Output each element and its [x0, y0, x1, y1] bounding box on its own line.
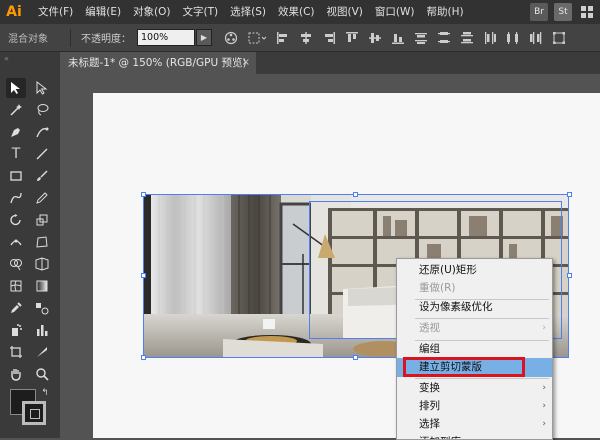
submenu-arrow-icon: ›	[542, 383, 546, 393]
annotation-highlight-box	[403, 357, 525, 377]
align-hcenter-icon[interactable]	[299, 31, 313, 45]
perspective-grid-tool-icon[interactable]	[32, 254, 52, 274]
distribute-left-icon[interactable]	[483, 31, 497, 45]
document-tab-bar: 未标题-1* @ 150% (RGB/GPU 预览) ×	[60, 52, 600, 74]
submenu-arrow-icon: ›	[542, 419, 546, 429]
direct-selection-tool-icon[interactable]	[32, 78, 52, 98]
panel-grip-icon[interactable]: «	[4, 54, 9, 63]
align-left-icon[interactable]	[276, 31, 290, 45]
handle-middle-left[interactable]	[141, 273, 146, 278]
opacity-dropdown-button[interactable]: ▶	[196, 29, 212, 46]
shaper-tool-icon[interactable]	[6, 188, 26, 208]
shape-builder-tool-icon[interactable]	[6, 254, 26, 274]
rectangle-tool-icon[interactable]	[6, 166, 26, 186]
menu-item-select[interactable]: 选择 ›	[397, 415, 552, 434]
blend-tool-icon[interactable]	[32, 298, 52, 318]
menu-item-arrange-label: 排列	[419, 400, 440, 412]
menu-window[interactable]: 窗口(W)	[369, 0, 421, 24]
workspace-grid-icon[interactable]	[578, 3, 596, 21]
rotate-tool-icon[interactable]	[6, 210, 26, 230]
menu-item-perspective: 透视 ›	[397, 319, 552, 338]
line-segment-tool-icon[interactable]	[32, 144, 52, 164]
submenu-arrow-icon: ›	[542, 323, 546, 333]
handle-bottom-middle[interactable]	[353, 355, 358, 360]
paintbrush-tool-icon[interactable]	[32, 166, 52, 186]
menu-type[interactable]: 文字(T)	[177, 0, 225, 24]
zoom-tool-icon[interactable]	[32, 364, 52, 384]
menu-effect[interactable]: 效果(C)	[272, 0, 321, 24]
distribute-top-icon[interactable]	[414, 31, 428, 45]
gradient-tool-icon[interactable]	[32, 276, 52, 296]
type-tool-icon[interactable]: T	[6, 144, 26, 164]
distribute-vcenter-icon[interactable]	[437, 31, 451, 45]
bridge-icon[interactable]: Br	[530, 3, 548, 21]
handle-bottom-left[interactable]	[141, 355, 146, 360]
menu-help[interactable]: 帮助(H)	[421, 0, 470, 24]
selection-type-label: 混合对象	[8, 34, 48, 45]
menu-object[interactable]: 对象(O)	[127, 0, 176, 24]
menu-select[interactable]: 选择(S)	[224, 0, 272, 24]
pen-tool-icon[interactable]	[6, 122, 26, 142]
menu-item-add-to-library[interactable]: 添加到库	[397, 433, 552, 439]
scale-tool-icon[interactable]	[32, 210, 52, 230]
close-tab-icon[interactable]: ×	[242, 52, 250, 74]
free-transform-tool-icon[interactable]	[32, 232, 52, 252]
menu-item-undo-rectangle[interactable]: 还原(U)矩形	[397, 261, 552, 280]
recolor-icon[interactable]	[224, 31, 238, 45]
submenu-arrow-icon: ›	[542, 401, 546, 411]
align-bottom-icon[interactable]	[391, 31, 405, 45]
stroke-swatch[interactable]	[22, 401, 46, 425]
pencil-tool-icon[interactable]	[32, 188, 52, 208]
fill-stroke-swatches[interactable]	[6, 385, 54, 433]
curvature-tool-icon[interactable]	[32, 122, 52, 142]
align-to-icon[interactable]	[247, 31, 267, 45]
handle-middle-right[interactable]	[567, 273, 572, 278]
distribute-bottom-icon[interactable]	[460, 31, 474, 45]
stock-icon[interactable]: St	[554, 3, 572, 21]
handle-top-middle[interactable]	[353, 192, 358, 197]
align-top-icon[interactable]	[345, 31, 359, 45]
slice-tool-icon[interactable]	[32, 342, 52, 362]
tools-panel: « T ↰	[0, 52, 61, 438]
menu-bar: Ai 文件(F) 编辑(E) 对象(O) 文字(T) 选择(S) 效果(C) 视…	[0, 0, 600, 24]
document-tab[interactable]: 未标题-1* @ 150% (RGB/GPU 预览) ×	[60, 52, 256, 74]
control-bar: 混合对象 不透明度： 100% ▶	[0, 24, 600, 52]
opacity-input[interactable]: 100%	[137, 29, 195, 46]
width-tool-icon[interactable]	[6, 232, 26, 252]
symbol-sprayer-tool-icon[interactable]	[6, 320, 26, 340]
lasso-tool-icon[interactable]	[32, 100, 52, 120]
column-graph-tool-icon[interactable]	[32, 320, 52, 340]
menu-edit[interactable]: 编辑(E)	[79, 0, 127, 24]
document-tab-title: 未标题-1* @ 150% (RGB/GPU 预览)	[68, 57, 247, 69]
menu-item-transform-label: 变换	[419, 382, 440, 394]
selection-tool-icon[interactable]	[6, 78, 26, 98]
context-menu: 还原(U)矩形 重做(R) 设为像素级优化 透视 › 编组 建立剪切蒙版 变换 …	[396, 258, 553, 440]
app-switcher: Br St	[530, 3, 596, 21]
menu-item-redo: 重做(R)	[419, 282, 456, 294]
opacity-label: 不透明度：	[81, 34, 131, 45]
menu-item-transform[interactable]: 变换 ›	[397, 379, 552, 398]
align-vcenter-icon[interactable]	[368, 31, 382, 45]
artboard-tool-icon[interactable]	[6, 342, 26, 362]
hand-tool-icon[interactable]	[6, 364, 26, 384]
menu-item-perspective-label: 透视	[419, 322, 440, 334]
menu-view[interactable]: 视图(V)	[321, 0, 369, 24]
distribute-right-icon[interactable]	[529, 31, 543, 45]
align-right-icon[interactable]	[322, 31, 336, 45]
illustrator-logo: Ai	[6, 4, 22, 20]
menu-item-select-label: 选择	[419, 418, 440, 430]
handle-top-left[interactable]	[141, 192, 146, 197]
divider	[70, 28, 71, 47]
transform-panel-icon[interactable]	[552, 31, 566, 45]
handle-top-right[interactable]	[567, 192, 572, 197]
magic-wand-tool-icon[interactable]	[6, 100, 26, 120]
menu-item-pixel-optimize[interactable]: 设为像素级优化	[397, 298, 552, 317]
menu-file[interactable]: 文件(F)	[32, 0, 79, 24]
eyedropper-tool-icon[interactable]	[6, 298, 26, 318]
menu-item-arrange[interactable]: 排列 ›	[397, 397, 552, 416]
distribute-hcenter-icon[interactable]	[506, 31, 520, 45]
mesh-tool-icon[interactable]	[6, 276, 26, 296]
